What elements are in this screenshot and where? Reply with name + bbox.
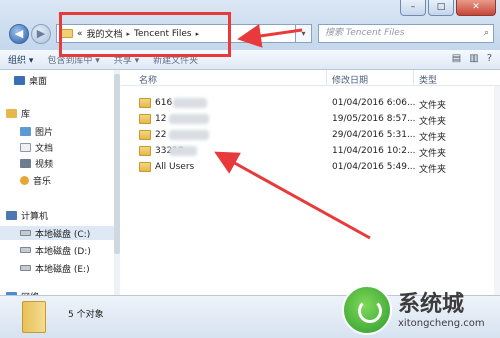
sidebar-item-label: 库 [21, 109, 31, 120]
music-icon [20, 175, 29, 185]
desktop-icon [14, 75, 25, 85]
table-row[interactable]: 22 29/04/2016 5:31... 文件夹 [121, 128, 500, 143]
file-type: 文件夹 [419, 133, 447, 143]
address-dropdown-button[interactable]: ▾ [296, 24, 312, 43]
close-button[interactable]: ✕ [456, 0, 496, 16]
pictures-icon [20, 126, 31, 136]
file-modified: 29/04/2016 5:31... [332, 130, 416, 140]
sidebar-item-desktop[interactable]: 桌面 [0, 73, 118, 87]
search-icon[interactable]: ⌕ [484, 25, 489, 42]
sidebar-item-drive-e[interactable]: 本地磁盘 (E:) [0, 261, 118, 275]
sidebar-item-label: 图片 [35, 127, 54, 138]
file-type: 文件夹 [419, 117, 447, 127]
file-list: 名称 修改日期 类型 616 01/04/2016 6:06... 文件夹 12… [121, 70, 500, 295]
sidebar-item-documents[interactable]: 文档 [0, 140, 118, 154]
file-name: 22 [155, 130, 167, 140]
annotation-highlight-box [59, 12, 231, 57]
drive-icon [20, 247, 31, 253]
forward-button[interactable]: ▶ [31, 24, 51, 44]
sidebar-item-libraries[interactable]: 库 [0, 106, 118, 120]
file-modified: 19/05/2016 8:57... [332, 114, 416, 124]
sidebar-item-computer[interactable]: 计算机 [0, 208, 118, 222]
column-type[interactable]: 类型 [419, 73, 437, 86]
sidebar-item-label: 视频 [35, 159, 54, 170]
minimize-button[interactable]: – [400, 0, 426, 16]
maximize-button[interactable]: □ [428, 0, 454, 16]
sidebar-item-label: 本地磁盘 (E:) [35, 264, 90, 275]
table-row[interactable]: All Users 01/04/2016 5:49... 文件夹 [121, 160, 500, 175]
column-header: 名称 修改日期 类型 [121, 70, 500, 86]
view-options-icon[interactable]: ▤ [452, 53, 461, 64]
sidebar-item-videos[interactable]: 视频 [0, 156, 118, 170]
sidebar-item-pictures[interactable]: 图片 [0, 124, 118, 138]
column-name[interactable]: 名称 [139, 73, 157, 86]
table-row[interactable]: 616 01/04/2016 6:06... 文件夹 [121, 96, 500, 111]
navigation-pane: 桌面 库 图片 文档 视频 音乐 计算机 本地磁盘 (C:) 本地磁盘 (D:)… [0, 70, 120, 300]
file-modified: 11/04/2016 10:2... [332, 146, 416, 156]
file-list-scrollbar[interactable] [494, 86, 500, 295]
watermark-url: xitongcheng.com [398, 318, 485, 329]
videos-icon [20, 158, 31, 168]
computer-icon [6, 210, 17, 220]
sidebar-item-label: 桌面 [29, 76, 48, 87]
sidebar-item-music[interactable]: 音乐 [0, 173, 118, 187]
file-modified: 01/04/2016 6:06... [332, 98, 416, 108]
drive-icon [20, 230, 31, 236]
file-type: 文件夹 [419, 149, 447, 159]
column-modified[interactable]: 修改日期 [332, 73, 368, 86]
sidebar-item-drive-c[interactable]: 本地磁盘 (C:) [0, 226, 118, 240]
organize-menu[interactable]: 组织 ▾ [8, 53, 33, 66]
folder-icon [139, 98, 151, 108]
documents-icon [20, 142, 31, 152]
folder-icon [139, 130, 151, 140]
search-placeholder: 搜索 Tencent Files [325, 28, 405, 38]
help-icon[interactable]: ? [487, 53, 492, 64]
sidebar-item-drive-d[interactable]: 本地磁盘 (D:) [0, 243, 118, 257]
search-input[interactable]: 搜索 Tencent Files ⌕ [318, 24, 494, 43]
watermark-logo-icon [342, 285, 392, 335]
item-count: 5 个对象 [68, 310, 104, 320]
sidebar-item-label: 本地磁盘 (D:) [35, 246, 91, 257]
sidebar-item-label: 音乐 [33, 176, 52, 187]
table-row[interactable]: 12 19/05/2016 8:57... 文件夹 [121, 112, 500, 127]
folder-icon [139, 146, 151, 156]
drive-icon [20, 265, 31, 271]
file-name: All Users [155, 162, 195, 172]
table-row[interactable]: 33218 11/04/2016 10:2... 文件夹 [121, 144, 500, 159]
sidebar-scrollbar[interactable] [114, 70, 120, 295]
preview-pane-icon[interactable]: ▥ [469, 53, 478, 64]
watermark-title: 系统城 [398, 292, 465, 317]
sidebar-item-label: 文档 [35, 143, 54, 154]
back-button[interactable]: ◀ [9, 24, 29, 44]
file-name: 616 [155, 98, 173, 108]
file-name: 12 [155, 114, 167, 124]
folder-icon [22, 301, 46, 333]
file-type: 文件夹 [419, 165, 447, 175]
library-icon [6, 108, 17, 118]
sidebar-item-label: 本地磁盘 (C:) [35, 229, 91, 240]
folder-icon [139, 162, 151, 172]
file-modified: 01/04/2016 5:49... [332, 162, 416, 172]
file-type: 文件夹 [419, 101, 447, 111]
window-controls: – □ ✕ [400, 0, 496, 16]
folder-icon [139, 114, 151, 124]
sidebar-item-label: 计算机 [21, 211, 49, 222]
